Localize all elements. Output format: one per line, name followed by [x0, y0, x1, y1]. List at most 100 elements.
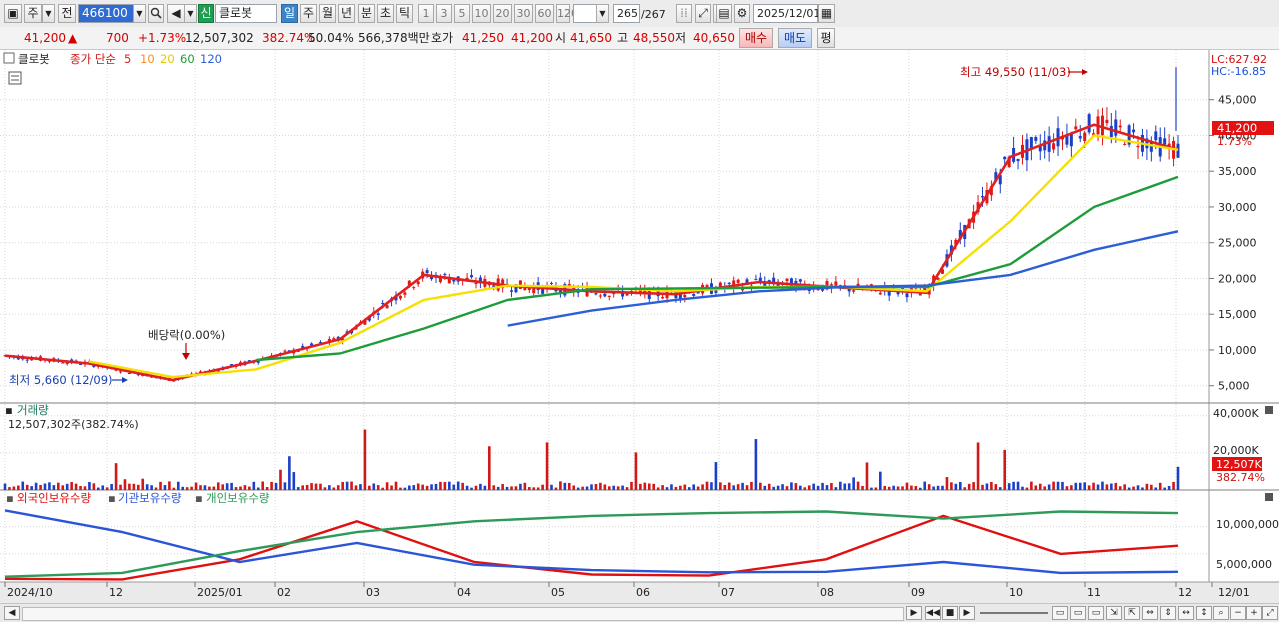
eval-button[interactable]: 평 — [817, 28, 835, 48]
volume-bar — [243, 485, 247, 490]
interval-60[interactable]: 60 — [535, 4, 554, 23]
volume-bar — [172, 487, 176, 490]
mirror-icon[interactable]: ↔ — [1178, 606, 1194, 620]
zoom-in-icon[interactable]: + — [1246, 606, 1262, 620]
interval-1[interactable]: 1 — [418, 4, 434, 23]
split-icon[interactable]: ⇕ — [1160, 606, 1176, 620]
speaker-icon[interactable]: ◀ — [167, 4, 185, 23]
holdings-panel-close-icon[interactable] — [1265, 493, 1273, 501]
turnover-ratio: 50.04% — [308, 31, 354, 45]
stock-code-input[interactable]: 466100 — [78, 4, 134, 23]
panel-settings-icon[interactable] — [3, 52, 15, 64]
fullscreen-icon[interactable]: ⤢ — [1262, 606, 1278, 620]
buy-button[interactable]: 매수 — [739, 28, 773, 48]
save-icon[interactable]: ▤ — [716, 4, 732, 23]
volume-bar — [821, 482, 824, 490]
candle-body — [1083, 132, 1087, 142]
volume-bar — [696, 486, 700, 490]
trade-amount: 566,378백만 — [358, 31, 430, 45]
volume-bar — [736, 484, 740, 490]
volume-info: 12,507,302주(382.74%) — [8, 418, 139, 431]
candle-body — [594, 293, 598, 295]
volume-bar — [652, 483, 656, 490]
volume-bar — [403, 487, 407, 490]
candle-body — [603, 293, 607, 297]
volume-bar — [1118, 486, 1122, 490]
volume-bar — [807, 485, 811, 490]
volume-bar — [1096, 484, 1100, 490]
stock-name-field[interactable]: 클로봇 — [215, 4, 277, 23]
gear-icon[interactable]: ⚙ — [734, 4, 750, 23]
chart-scrollbar[interactable]: ◀ ▶ ◀◀ ■ ▶ ▭ ▭ ▭ ⇲ ⇱ ⇔ ⇕ ↔ ↕ ⌕ − + ⤢ — [0, 603, 1279, 622]
scroll-track[interactable] — [22, 607, 904, 621]
zoom-search-icon[interactable]: ⌕ — [1213, 606, 1229, 620]
fit-icon[interactable]: ⇔ — [1142, 606, 1158, 620]
chart-type-icon[interactable]: ⤢ — [695, 4, 711, 23]
layout-view-icon-1[interactable]: ▭ — [1052, 606, 1068, 620]
period-month[interactable]: 월 — [319, 4, 336, 23]
candle-body — [727, 282, 731, 285]
interval-120[interactable]: 120 — [556, 4, 578, 23]
code-dropdown-icon[interactable]: ▼ — [133, 4, 146, 23]
up-arrow-icon: ▲ — [68, 31, 78, 45]
scroll-left-icon[interactable]: ◀ — [4, 606, 20, 620]
search-icon[interactable] — [148, 4, 164, 23]
period-day[interactable]: 일 — [281, 4, 298, 23]
period-minute[interactable]: 분 — [358, 4, 375, 23]
date-axis-label: 12/01 — [1218, 586, 1250, 599]
date-input[interactable]: 2025/12/01 — [753, 4, 820, 23]
volume-bar — [870, 487, 873, 490]
chart-canvas[interactable]: 45,00040,00035,00030,00025,00020,00015,0… — [0, 50, 1279, 603]
market-dropdown-icon[interactable]: ▼ — [42, 4, 55, 23]
volume-bar — [847, 483, 851, 490]
sell-button[interactable]: 매도 — [778, 28, 812, 48]
count-input[interactable]: 265 — [613, 4, 640, 23]
volume-bar — [1038, 483, 1042, 490]
expand-icon[interactable]: ⇱ — [1124, 606, 1140, 620]
volume-bar — [1052, 481, 1055, 490]
interval-20[interactable]: 20 — [493, 4, 512, 23]
interval-3[interactable]: 3 — [436, 4, 452, 23]
layout-view-icon-3[interactable]: ▭ — [1088, 606, 1104, 620]
period-second[interactable]: 초 — [377, 4, 394, 23]
period-year[interactable]: 년 — [338, 4, 355, 23]
prefix-button[interactable]: 전 — [58, 4, 76, 23]
zoom-out-icon[interactable]: − — [1230, 606, 1246, 620]
flip-icon[interactable]: ↕ — [1196, 606, 1212, 620]
market-select[interactable]: 주 — [24, 4, 42, 23]
grid-tool-icon[interactable]: ⁞⁞ — [676, 4, 692, 23]
stop-icon[interactable]: ■ — [942, 606, 958, 620]
candle-body — [798, 279, 802, 282]
volume-bar — [492, 485, 496, 490]
volume-panel-close-icon[interactable] — [1265, 406, 1273, 414]
volume-bar — [1101, 481, 1104, 490]
period-week[interactable]: 주 — [300, 4, 317, 23]
volume-bar — [359, 484, 362, 490]
date-axis-label: 03 — [366, 586, 380, 599]
candle-body — [852, 290, 856, 292]
interval-30[interactable]: 30 — [514, 4, 533, 23]
layout-icon[interactable]: ▣ — [4, 4, 22, 23]
period-tick[interactable]: 틱 — [396, 4, 413, 23]
speaker-dropdown-icon[interactable]: ▼ — [184, 4, 197, 23]
rewind-icon[interactable]: ◀◀ — [925, 606, 941, 620]
dividend-annotation: 배당락(0.00%) — [148, 328, 225, 342]
layout-view-icon-2[interactable]: ▭ — [1070, 606, 1086, 620]
volume-bar — [43, 483, 47, 490]
volume-bar — [785, 486, 789, 490]
volume-bar — [394, 481, 398, 490]
volume-bar — [88, 482, 91, 490]
volume-bar — [1074, 482, 1078, 490]
volume-bar — [550, 484, 553, 490]
date-axis-label: 06 — [636, 586, 650, 599]
interval-5[interactable]: 5 — [454, 4, 470, 23]
calendar-icon[interactable]: ▦ — [818, 4, 835, 23]
volume-bar — [74, 483, 78, 490]
interval-dropdown-icon[interactable]: ▼ — [596, 4, 609, 23]
compress-icon[interactable]: ⇲ — [1106, 606, 1122, 620]
table-toggle-icon[interactable] — [8, 71, 22, 85]
play-icon[interactable]: ▶ — [959, 606, 975, 620]
zoom-slider[interactable] — [980, 612, 1048, 614]
interval-10[interactable]: 10 — [472, 4, 491, 23]
scroll-right-icon[interactable]: ▶ — [906, 606, 922, 620]
